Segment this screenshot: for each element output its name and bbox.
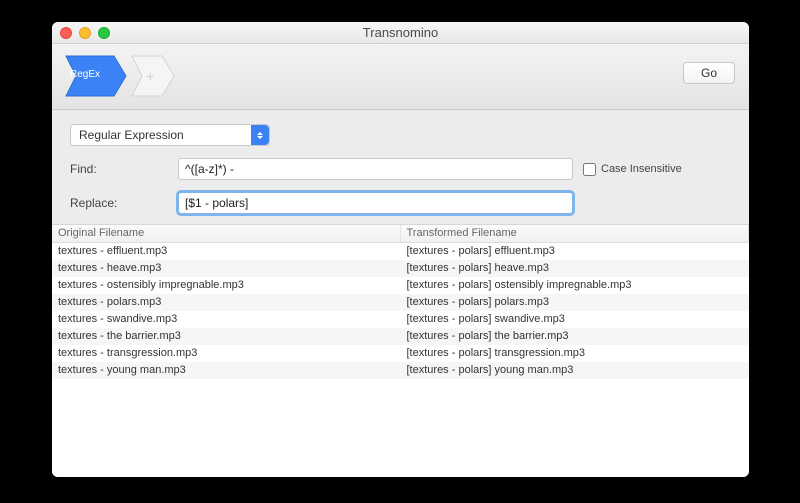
- transformed-filename: [textures - polars] the barrier.mp3: [401, 328, 750, 345]
- maximize-icon[interactable]: [98, 27, 110, 39]
- table-row[interactable]: textures - transgression.mp3[textures - …: [52, 345, 749, 362]
- transformed-filename: [textures - polars] ostensibly impregnab…: [401, 277, 750, 294]
- table-row[interactable]: textures - heave.mp3[textures - polars] …: [52, 260, 749, 277]
- transformed-filename: [textures - polars] polars.mp3: [401, 294, 750, 311]
- case-checkbox-input[interactable]: [583, 163, 596, 176]
- table-row[interactable]: textures - effluent.mp3[textures - polar…: [52, 243, 749, 260]
- transformed-filename: [textures - polars] heave.mp3: [401, 260, 750, 277]
- minimize-icon[interactable]: [79, 27, 91, 39]
- plus-icon: +: [146, 68, 154, 84]
- original-filename: textures - effluent.mp3: [52, 243, 401, 260]
- window-title: Transnomino: [52, 25, 749, 40]
- results-header: Original Filename Transformed Filename: [52, 225, 749, 243]
- table-row[interactable]: textures - the barrier.mp3[textures - po…: [52, 328, 749, 345]
- replace-input[interactable]: [178, 192, 573, 214]
- go-button[interactable]: Go: [683, 62, 735, 84]
- original-filename: textures - polars.mp3: [52, 294, 401, 311]
- table-row[interactable]: textures - young man.mp3[textures - pola…: [52, 362, 749, 379]
- results-body[interactable]: textures - effluent.mp3[textures - polar…: [52, 243, 749, 477]
- transformed-filename: [textures - polars] transgression.mp3: [401, 345, 750, 362]
- chevron-updown-icon: [251, 125, 269, 145]
- find-input[interactable]: [178, 158, 573, 180]
- original-filename: textures - swandive.mp3: [52, 311, 401, 328]
- original-filename: textures - ostensibly impregnable.mp3: [52, 277, 401, 294]
- find-label: Find:: [70, 162, 168, 176]
- traffic-lights: [60, 27, 110, 39]
- toolbar: RegEx + Go: [52, 44, 749, 110]
- table-row[interactable]: textures - ostensibly impregnable.mp3[te…: [52, 277, 749, 294]
- case-label: Case Insensitive: [601, 163, 682, 175]
- results-table: Original Filename Transformed Filename t…: [52, 225, 749, 477]
- transformed-filename: [textures - polars] swandive.mp3: [401, 311, 750, 328]
- mode-select[interactable]: Regular Expression: [70, 124, 270, 146]
- replace-label: Replace:: [70, 196, 168, 210]
- table-row[interactable]: textures - swandive.mp3[textures - polar…: [52, 311, 749, 328]
- titlebar[interactable]: Transnomino: [52, 22, 749, 44]
- close-icon[interactable]: [60, 27, 72, 39]
- app-window: Transnomino RegEx + Go Regular Expressio…: [52, 22, 749, 477]
- col-transformed[interactable]: Transformed Filename: [401, 225, 750, 242]
- original-filename: textures - the barrier.mp3: [52, 328, 401, 345]
- transformed-filename: [textures - polars] effluent.mp3: [401, 243, 750, 260]
- config-panel: Regular Expression Find: Case Insensitiv…: [52, 110, 749, 225]
- original-filename: textures - young man.mp3: [52, 362, 401, 379]
- table-row[interactable]: textures - polars.mp3[textures - polars]…: [52, 294, 749, 311]
- original-filename: textures - heave.mp3: [52, 260, 401, 277]
- case-insensitive-checkbox[interactable]: Case Insensitive: [583, 163, 682, 176]
- col-original[interactable]: Original Filename: [52, 225, 401, 242]
- step-regex-label: RegEx: [70, 69, 100, 80]
- mode-value: Regular Expression: [79, 128, 184, 142]
- transformed-filename: [textures - polars] young man.mp3: [401, 362, 750, 379]
- original-filename: textures - transgression.mp3: [52, 345, 401, 362]
